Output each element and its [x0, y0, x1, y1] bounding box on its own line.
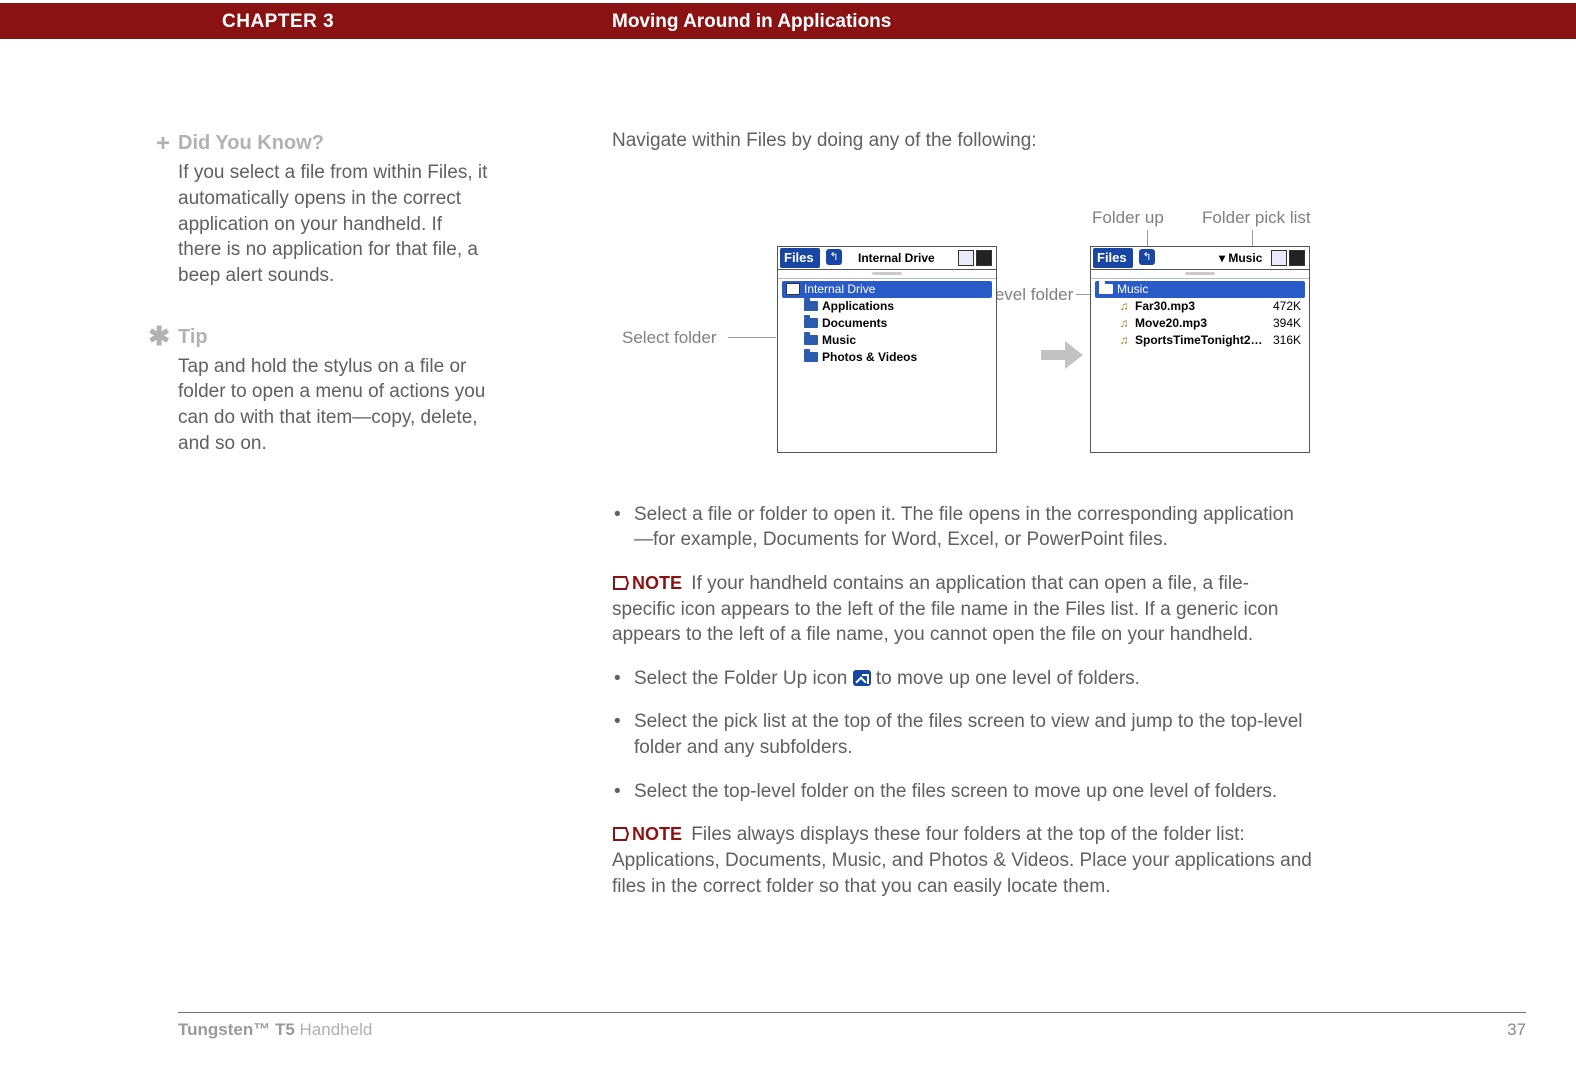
sidebar: +Did You Know? If you select a file from… — [178, 128, 488, 486]
bullet-item: Select the top-level folder on the files… — [612, 779, 1312, 805]
note-block: NOTE If your handheld contains an applic… — [612, 571, 1312, 648]
note-icon — [612, 824, 630, 840]
note-label: NOTE — [632, 824, 682, 844]
page-number: 37 — [1507, 1019, 1526, 1042]
note-label: NOTE — [632, 573, 682, 593]
product-name: Tungsten™ T5 Handheld — [178, 1019, 372, 1042]
header-chapter: CHAPTER 3 — [222, 9, 334, 35]
folder-icon — [804, 335, 818, 345]
folder-icon — [804, 318, 818, 328]
note-text: Files always displays these four folders… — [612, 824, 1312, 896]
app-title: Files — [1093, 248, 1133, 269]
drive-icon — [786, 283, 800, 295]
folder-icon — [804, 301, 818, 311]
asterisk-icon: ✱ — [148, 319, 170, 354]
bullet-item: Select the Folder Up icon to move up one… — [612, 666, 1312, 692]
files-screenshot-left: Files ↰ Internal Drive Internal Drive — [777, 246, 997, 453]
dyk-heading: Did You Know? — [178, 132, 324, 154]
list-item[interactable]: Photos & Videos — [782, 349, 992, 366]
list-item[interactable]: Documents — [782, 315, 992, 332]
list-item[interactable]: ♫ SportsTimeTonight2… 316K — [1095, 332, 1305, 349]
folder-icon — [804, 352, 818, 362]
page-footer: Tungsten™ T5 Handheld 37 — [178, 1012, 1526, 1042]
list-item[interactable]: Music — [1095, 281, 1305, 298]
bullet-item: Select the pick list at the top of the f… — [612, 709, 1312, 760]
folder-up-icon[interactable]: ↰ — [1139, 249, 1155, 265]
music-icon: ♫ — [1117, 332, 1131, 348]
intro-text: Navigate within Files by doing any of th… — [612, 128, 1312, 154]
header-title: Moving Around in Applications — [612, 9, 891, 35]
app-title: Files — [780, 248, 820, 269]
note-block: NOTE Files always displays these four fo… — [612, 822, 1312, 899]
tip-callout: ✱Tip Tap and hold the stylus on a file o… — [178, 319, 488, 457]
dyk-body: If you select a file from within Files, … — [178, 160, 488, 288]
files-screenshot-right: Files ↰ ▾ Music Music ♫ — [1090, 246, 1310, 453]
view-mode-icon[interactable] — [958, 250, 974, 266]
list-item[interactable]: Applications — [782, 298, 992, 315]
list-item[interactable]: ♫ Far30.mp3 472K — [1095, 298, 1305, 315]
plus-icon: + — [148, 128, 170, 160]
view-mode-icon[interactable] — [976, 250, 992, 266]
list-item[interactable]: ♫ Move20.mp3 394K — [1095, 315, 1305, 332]
list-item[interactable]: Music — [782, 332, 992, 349]
label-folder-pick-list: Folder pick list — [1202, 207, 1311, 230]
note-icon — [612, 573, 630, 589]
tip-heading: Tip — [178, 326, 208, 348]
figure-area: Select folder Folder up Folder pick list… — [612, 172, 1312, 472]
view-mode-icon[interactable] — [1289, 250, 1305, 266]
bullet-item: Select a file or folder to open it. The … — [612, 502, 1312, 553]
note-text: If your handheld contains an application… — [612, 573, 1278, 645]
view-mode-icon[interactable] — [1271, 250, 1287, 266]
header-bar: CHAPTER 3 Moving Around in Applications — [0, 3, 1576, 39]
arrow-icon — [1041, 339, 1081, 371]
list-item[interactable]: Internal Drive — [782, 281, 992, 298]
folder-up-icon — [853, 670, 871, 686]
folder-icon — [1099, 284, 1113, 294]
tip-body: Tap and hold the stylus on a file or fol… — [178, 354, 488, 457]
music-icon: ♫ — [1117, 298, 1131, 314]
label-select-folder: Select folder — [622, 327, 717, 350]
folder-pick-list[interactable]: ▾ Music — [1219, 250, 1262, 266]
did-you-know-callout: +Did You Know? If you select a file from… — [178, 128, 488, 289]
label-folder-up: Folder up — [1092, 207, 1164, 230]
folder-up-icon[interactable]: ↰ — [826, 249, 842, 265]
main-content: Navigate within Files by doing any of th… — [612, 128, 1312, 917]
music-icon: ♫ — [1117, 315, 1131, 331]
drive-label[interactable]: Internal Drive — [858, 250, 935, 266]
